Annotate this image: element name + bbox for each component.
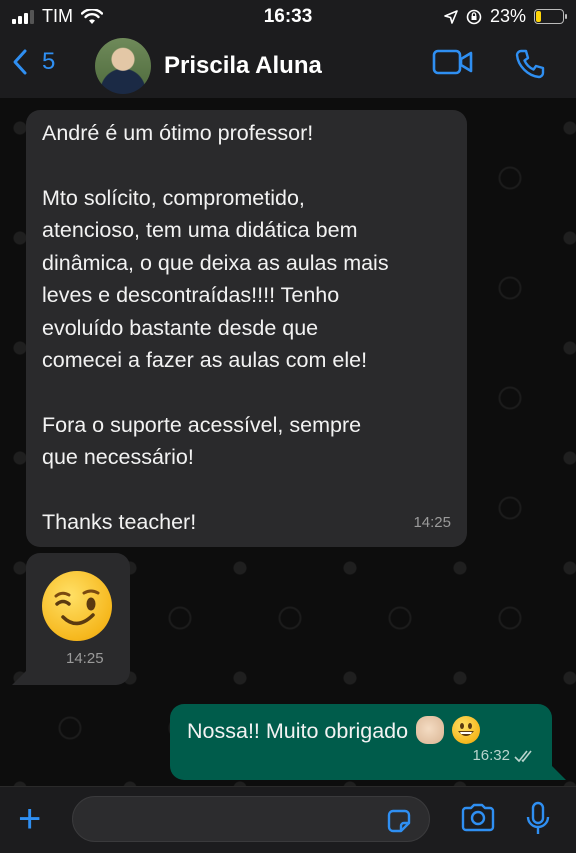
clapping-hands-emoji-icon bbox=[416, 716, 445, 744]
microphone-icon[interactable] bbox=[526, 801, 550, 837]
sticker-icon[interactable] bbox=[385, 807, 413, 835]
message-text-line: dinâmica, o que deixa as aulas mais bbox=[42, 250, 389, 275]
incoming-emoji-message[interactable]: 14:25 bbox=[12, 553, 130, 685]
message-text-row: Nossa!! Muito obrigado bbox=[187, 715, 481, 748]
phone-call-icon[interactable] bbox=[514, 48, 546, 80]
chat-header: 5 Priscila Aluna bbox=[0, 34, 576, 99]
location-arrow-icon bbox=[444, 9, 458, 24]
message-text-line: que necessário! bbox=[42, 445, 194, 469]
message-text-line: comecei a fazer as aulas com ele! bbox=[42, 348, 368, 372]
message-time: 16:32 bbox=[472, 746, 510, 764]
battery-icon bbox=[534, 9, 567, 24]
message-list[interactable]: André é um ótimo professor! Mto solícito… bbox=[0, 98, 576, 786]
outgoing-message[interactable]: Nossa!! Muito obrigado 16:32 bbox=[170, 704, 566, 780]
winking-face-emoji-icon bbox=[42, 571, 112, 641]
chevron-left-icon bbox=[13, 49, 27, 75]
message-text-line: Thanks teacher! bbox=[42, 509, 197, 534]
contact-name[interactable]: Priscila Aluna bbox=[164, 52, 322, 80]
message-text-line: Mto solícito, comprometido, bbox=[42, 185, 305, 210]
message-text-line: atencioso, tem uma didática bem bbox=[42, 218, 358, 242]
header-actions bbox=[432, 48, 546, 80]
message-text-line: André é um ótimo professor! bbox=[42, 121, 314, 145]
double-check-read-icon bbox=[514, 750, 532, 762]
message-time: 14:25 bbox=[413, 513, 451, 531]
attach-plus-icon[interactable]: + bbox=[18, 799, 41, 839]
status-right: 23% bbox=[444, 6, 567, 27]
message-input[interactable] bbox=[72, 796, 430, 842]
status-bar: TIM 16:33 23% bbox=[0, 0, 576, 34]
incoming-message[interactable]: André é um ótimo professor! Mto solícito… bbox=[26, 110, 467, 547]
message-time: 14:25 bbox=[66, 649, 104, 667]
message-time-row: 16:32 bbox=[472, 740, 536, 773]
message-text-line: Fora o suporte acessível, sempre bbox=[42, 412, 362, 437]
unread-count: 5 bbox=[42, 48, 56, 75]
composer-bar: + bbox=[0, 786, 576, 853]
camera-icon[interactable] bbox=[460, 803, 496, 833]
back-button[interactable]: 5 bbox=[12, 48, 55, 76]
message-text-line: leves e descontraídas!!!! Tenho bbox=[42, 283, 340, 307]
message-text-line: evoluído bastante desde que bbox=[42, 315, 319, 340]
orientation-lock-icon bbox=[466, 9, 482, 24]
message-text: Nossa!! Muito obrigado bbox=[187, 719, 409, 743]
battery-percent: 23% bbox=[489, 6, 526, 26]
avatar[interactable] bbox=[95, 38, 151, 94]
video-call-icon[interactable] bbox=[432, 48, 474, 76]
